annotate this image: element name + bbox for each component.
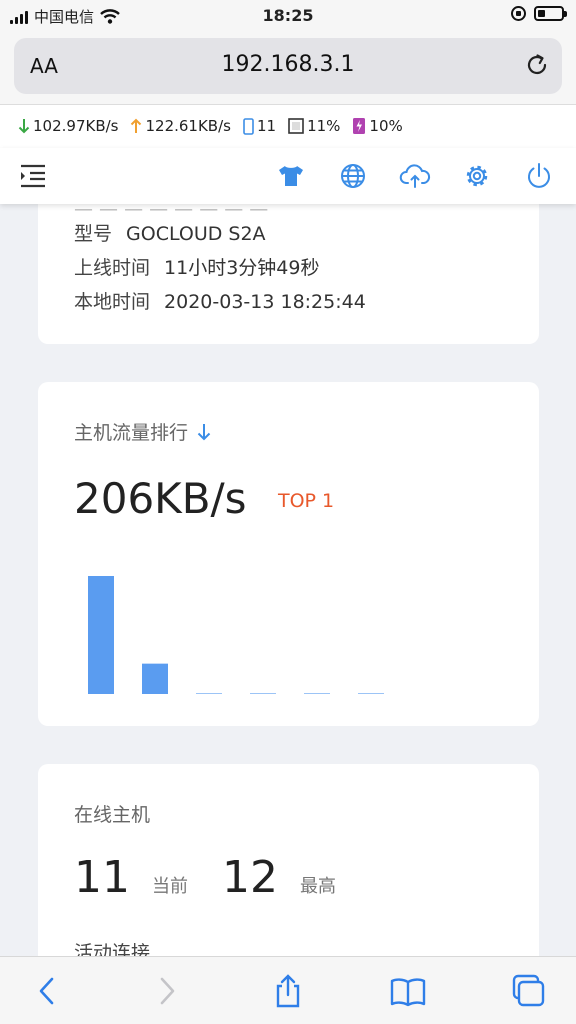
memory-usage: 10%	[369, 117, 403, 135]
cpu-usage: 11%	[307, 117, 341, 135]
max-hosts-label: 最高	[300, 876, 336, 897]
info-row-model: 型号 GOCLOUD S2A	[74, 219, 266, 246]
status-time: 18:25	[262, 6, 314, 25]
info-row-local-time: 本地时间 2020-03-13 18:25:44	[74, 287, 366, 314]
download-stat: 102.97KB/s	[18, 117, 118, 135]
tshirt-icon[interactable]	[274, 159, 308, 193]
info-row-uptime: 上线时间 11小时3分钟49秒	[74, 253, 319, 280]
active-connections-label: 活动连接	[74, 942, 151, 956]
tabs-icon[interactable]	[508, 973, 548, 1009]
phone-icon	[243, 117, 254, 135]
top-rank-badge: TOP 1	[278, 490, 335, 512]
device-count: 11	[256, 117, 277, 135]
online-hosts-numbers: 11 当前 12 最高	[74, 852, 370, 903]
back-chevron-icon[interactable]	[28, 973, 68, 1009]
browser-bottom-bar	[0, 956, 576, 1024]
online-hosts-card: 在线主机 11 当前 12 最高 活动连接	[38, 764, 539, 956]
traffic-ranking-label: 主机流量排行	[74, 422, 189, 444]
info-value: 11小时3分钟49秒	[164, 257, 320, 279]
status-right	[511, 6, 567, 21]
scrolled-off-row: — — — — — — — —	[74, 204, 269, 220]
url-text[interactable]: 192.168.3.1	[14, 52, 562, 77]
forward-chevron-icon[interactable]	[146, 973, 186, 1009]
devices-stat: 11	[243, 117, 276, 135]
info-value: GOCLOUD S2A	[126, 223, 266, 245]
traffic-bar	[358, 693, 384, 694]
traffic-bar-chart	[88, 576, 384, 694]
download-arrow-icon	[18, 119, 30, 134]
info-value: 2020-03-13 18:25:44	[164, 291, 366, 313]
upload-stat: 122.61KB/s	[130, 117, 231, 135]
battery-icon	[534, 6, 567, 21]
memory-icon	[353, 118, 366, 134]
globe-icon[interactable]	[336, 159, 370, 193]
share-icon[interactable]	[268, 973, 308, 1009]
cloud-upload-icon[interactable]	[398, 159, 432, 193]
reload-icon[interactable]	[524, 52, 550, 78]
info-label: 上线时间	[74, 257, 151, 279]
bookmarks-icon[interactable]	[388, 973, 428, 1009]
settings-gear-icon[interactable]	[460, 159, 494, 193]
max-hosts-value: 12	[222, 852, 278, 903]
cpu-stat: 11%	[288, 117, 340, 135]
traffic-bar	[304, 693, 330, 694]
traffic-bar	[142, 663, 168, 694]
download-rate: 102.97KB/s	[33, 117, 119, 135]
traffic-bar	[88, 576, 114, 694]
menu-toggle-icon[interactable]	[18, 161, 48, 191]
online-hosts-title: 在线主机	[74, 804, 151, 826]
main-content: — — — — — — — — 型号 GOCLOUD S2A 上线时间 11小时3分…	[0, 204, 576, 956]
memory-stat: 10%	[352, 117, 403, 135]
traffic-bar	[196, 693, 222, 694]
app-toolbar	[0, 148, 576, 204]
address-bar[interactable]: AA 192.168.3.1	[14, 38, 562, 94]
upload-arrow-icon	[131, 118, 142, 133]
info-label: 型号	[74, 223, 113, 245]
traffic-bar	[250, 693, 276, 694]
traffic-ranking-title: 主机流量排行	[74, 418, 212, 445]
browser-address-area: AA 192.168.3.1	[0, 34, 576, 104]
system-info-card: — — — — — — — — 型号 GOCLOUD S2A 上线时间 11小时3分…	[38, 204, 539, 344]
current-hosts-label: 当前	[152, 876, 188, 897]
orientation-lock-icon	[511, 6, 526, 21]
sort-down-arrow-icon[interactable]	[196, 422, 212, 442]
cpu-icon	[288, 118, 304, 134]
ios-status-bar: 中国电信 18:25	[0, 0, 576, 34]
info-label: 本地时间	[74, 291, 151, 313]
top-traffic-value: 206KB/s	[74, 474, 247, 523]
upload-rate: 122.61KB/s	[145, 117, 231, 135]
power-icon[interactable]	[522, 159, 556, 193]
traffic-ranking-card: 主机流量排行 206KB/s TOP 1	[38, 382, 539, 726]
router-stats-bar: 102.97KB/s 122.61KB/s 11 11% 10%	[0, 104, 576, 148]
current-hosts-value: 11	[74, 852, 130, 903]
